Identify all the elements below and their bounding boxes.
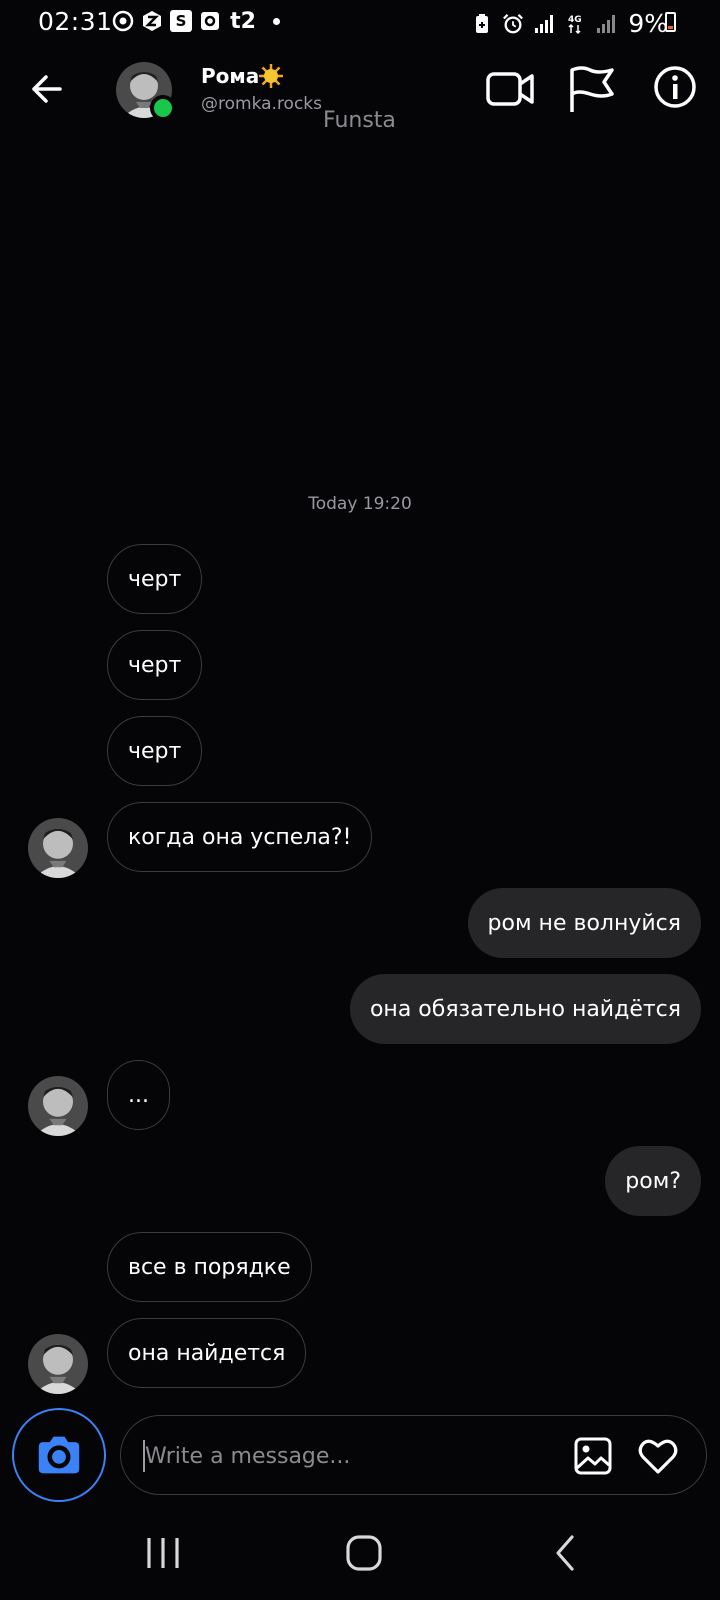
info-button[interactable] [652, 64, 698, 110]
message-bubble-outgoing[interactable]: ром не волнуйся [467, 888, 701, 958]
battery-percent: 9% [628, 9, 668, 38]
svg-text:4G: 4G [568, 15, 582, 25]
chevron-left-icon [556, 1535, 574, 1571]
sun-icon [258, 63, 284, 89]
chat-header: Рома @romka.rocks Funsta [0, 50, 720, 140]
status-bar: 02:31 S t2 4G 9% [0, 0, 720, 46]
message-bubble-incoming[interactable]: она найдется [107, 1318, 307, 1388]
dot-icon [273, 17, 280, 25]
media-icon [112, 10, 134, 32]
video-call-button[interactable] [486, 66, 536, 112]
message-bubble-incoming[interactable]: ... [107, 1060, 170, 1130]
s-icon: S [170, 10, 192, 32]
heart-icon [638, 1439, 678, 1474]
alarm-icon [502, 13, 524, 35]
signal-icon [533, 13, 555, 35]
sender-avatar[interactable] [28, 1334, 88, 1394]
d-icon [199, 10, 221, 32]
video-camera-icon [486, 72, 534, 106]
message-input[interactable] [145, 1434, 555, 1478]
home-button[interactable] [345, 1534, 383, 1572]
message-bubble-incoming[interactable]: все в порядке [107, 1232, 312, 1302]
message-composer [120, 1415, 707, 1495]
message-bubble-outgoing[interactable]: она обязательно найдётся [349, 974, 701, 1044]
signal-icon [595, 13, 617, 35]
message-bubble-outgoing[interactable]: ром? [605, 1146, 701, 1216]
message-bubble-incoming[interactable]: черт [107, 630, 203, 700]
conversation-timestamp: Today 19:20 [308, 494, 412, 514]
system-back-button[interactable] [550, 1534, 580, 1572]
account-tag: Funsta [323, 108, 396, 133]
back-button[interactable] [24, 66, 70, 112]
system-navigation-bar [0, 1510, 720, 1600]
message-bubble-incoming[interactable]: когда она успела?! [107, 802, 373, 872]
sender-avatar[interactable] [28, 818, 88, 878]
recent-apps-button[interactable] [145, 1536, 181, 1570]
camera-button[interactable] [12, 1408, 106, 1502]
info-icon [654, 66, 696, 108]
status-time: 02:31 [38, 7, 113, 36]
report-button[interactable] [568, 64, 614, 114]
message-bubble-incoming[interactable]: черт [107, 544, 203, 614]
battery-saver-icon [471, 13, 493, 35]
gallery-button[interactable] [573, 1436, 613, 1476]
status-system-icons: 4G 9% [471, 9, 668, 38]
home-icon [346, 1535, 382, 1571]
t2-icon: t2 [230, 8, 256, 34]
contact-handle: @romka.rocks [201, 94, 323, 114]
arrow-left-icon [32, 75, 62, 103]
camera-icon [38, 1436, 80, 1474]
4g-signal-icon: 4G [564, 13, 586, 35]
like-button[interactable] [637, 1436, 679, 1476]
contact-name[interactable]: Рома [201, 64, 259, 88]
message-bubble-incoming[interactable]: черт [107, 716, 203, 786]
sender-avatar[interactable] [28, 1076, 88, 1136]
online-status-indicator [150, 95, 176, 121]
battery-icon [665, 12, 676, 32]
image-icon [574, 1437, 612, 1475]
flag-icon [570, 66, 614, 112]
status-notification-icons: S t2 [112, 8, 280, 34]
z-icon [141, 10, 163, 32]
dm-screen: 02:31 S t2 4G 9% Рома @romka.rocks Funst… [0, 0, 720, 1600]
recent-apps-icon [147, 1538, 179, 1568]
